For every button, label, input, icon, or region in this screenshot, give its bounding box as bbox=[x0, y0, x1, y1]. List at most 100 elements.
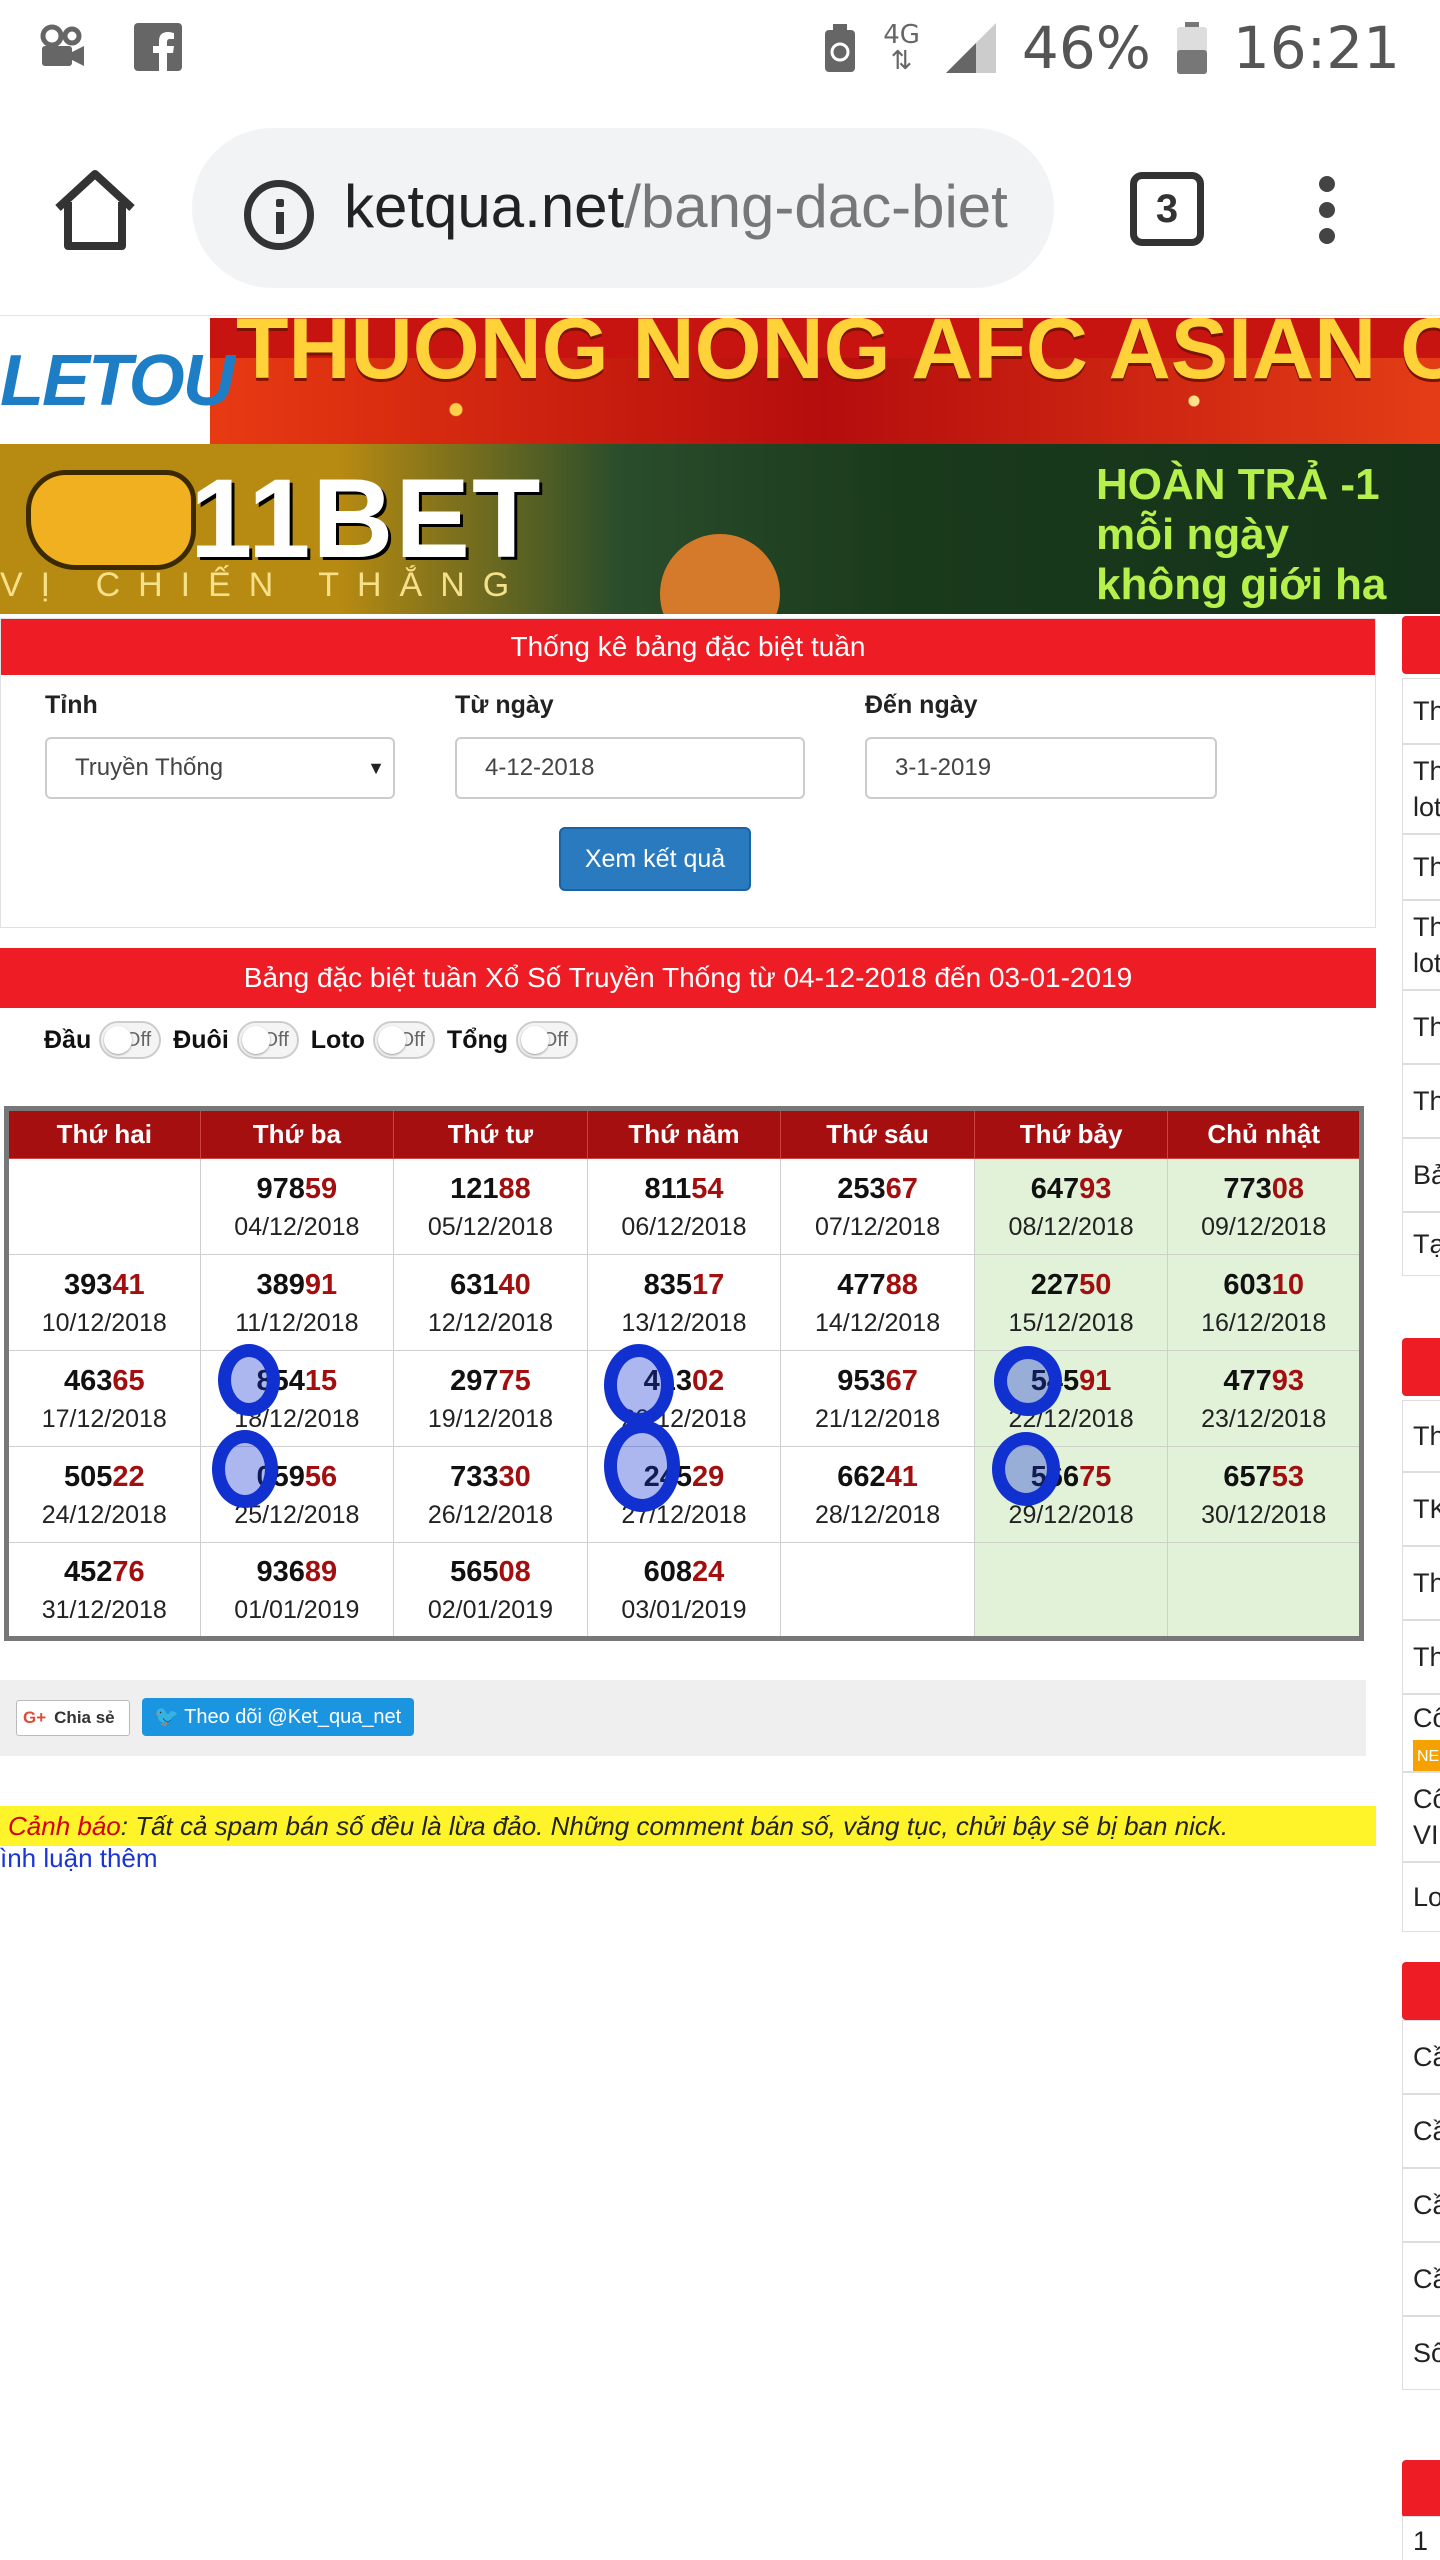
annotation-mark bbox=[604, 1420, 680, 1512]
sidebar-item[interactable]: TK bbox=[1402, 1472, 1440, 1546]
home-icon[interactable] bbox=[52, 166, 138, 252]
draw-date: 01/01/2019 bbox=[234, 1595, 360, 1624]
draw-date: 08/12/2018 bbox=[1008, 1212, 1134, 1241]
column-header: Thứ hai bbox=[6, 1108, 201, 1159]
special-prize-number: 22750 bbox=[1030, 1268, 1112, 1301]
from-date-input[interactable]: 4-12-2018 bbox=[455, 737, 805, 799]
google-plus-share-button[interactable]: G+ Chia sẻ bbox=[16, 1700, 130, 1736]
sidebar-item[interactable]: Cầ bbox=[1402, 2020, 1440, 2094]
sidebar-section-header bbox=[1402, 2460, 1440, 2518]
ad-banner-letou[interactable]: LETOU THUONG NONG AFC ASIAN CU bbox=[0, 318, 1440, 444]
sidebar-item[interactable]: Th bbox=[1402, 1546, 1440, 1620]
annotation-mark bbox=[218, 1344, 280, 1416]
twitter-follow-button[interactable]: 🐦 Theo dõi @Ket_qua_net bbox=[142, 1698, 414, 1736]
results-table: Thứ hai Thứ ba Thứ tư Thứ năm Thứ sáu Th… bbox=[4, 1106, 1364, 1641]
draw-date: 29/12/2018 bbox=[1008, 1500, 1134, 1529]
result-cell: 38991 11/12/2018 bbox=[199, 1254, 395, 1351]
camera-notification-icon bbox=[40, 24, 84, 66]
special-prize-number: 60824 bbox=[643, 1555, 725, 1588]
spam-warning: Cảnh báo: Tất cả spam bán số đều là lừa … bbox=[0, 1806, 1376, 1846]
address-bar[interactable]: ketqua.net/bang-dac-biet bbox=[192, 128, 1054, 288]
sidebar-item[interactable]: CôNE bbox=[1402, 1694, 1440, 1772]
display-toggles: Đầu Off Đuôi Off Loto Off Tổng Off bbox=[44, 1018, 582, 1062]
to-date-input[interactable]: 3-1-2019 bbox=[865, 737, 1217, 799]
browser-toolbar: ketqua.net/bang-dac-biet 3 bbox=[0, 102, 1440, 316]
table-row: 46365 17/12/2018 85415 18/12/2018 29775 19/12… bbox=[6, 1350, 1362, 1447]
draw-date: 11/12/2018 bbox=[235, 1308, 359, 1337]
annotation-mark bbox=[994, 1346, 1062, 1416]
result-cell bbox=[6, 1158, 201, 1255]
sidebar-item[interactable]: Cầ bbox=[1402, 2168, 1440, 2242]
draw-date: 31/12/2018 bbox=[41, 1595, 167, 1624]
sidebar-item[interactable]: 1 bbox=[1402, 2516, 1440, 2560]
column-header: Thứ ba bbox=[199, 1108, 395, 1159]
special-prize-number: 77308 bbox=[1223, 1172, 1305, 1205]
special-prize-number: 65753 bbox=[1223, 1460, 1305, 1493]
toggle-label-tong: Tổng bbox=[446, 1025, 509, 1054]
sidebar-item[interactable]: Th lot bbox=[1402, 744, 1440, 834]
result-cell: 93689 01/01/2019 bbox=[199, 1542, 395, 1639]
draw-date: 05/12/2018 bbox=[427, 1212, 553, 1241]
toggle-label-dau: Đầu bbox=[44, 1025, 92, 1054]
sidebar-item[interactable]: Th bbox=[1402, 1620, 1440, 1694]
result-cell: 45276 31/12/2018 bbox=[6, 1542, 201, 1639]
toggle-dau[interactable]: Off bbox=[99, 1021, 162, 1059]
special-prize-number: 47793 bbox=[1223, 1364, 1305, 1397]
sidebar-item[interactable]: Th lot bbox=[1402, 900, 1440, 990]
tab-switcher-button[interactable]: 3 bbox=[1130, 172, 1204, 246]
result-cell bbox=[1167, 1542, 1362, 1639]
signal-icon bbox=[945, 23, 996, 73]
draw-date: 14/12/2018 bbox=[814, 1308, 941, 1337]
sidebar-item[interactable]: Th bbox=[1402, 1064, 1440, 1138]
sidebar-item[interactable]: Th bbox=[1402, 1400, 1440, 1472]
draw-date: 27/12/2018 bbox=[621, 1500, 747, 1529]
draw-date: 09/12/2018 bbox=[1201, 1212, 1327, 1241]
clock: 16:21 bbox=[1232, 14, 1400, 82]
sidebar-item[interactable]: Th bbox=[1402, 678, 1440, 744]
sidebar-item[interactable]: Tạ bbox=[1402, 1212, 1440, 1276]
result-cell: 39341 10/12/2018 bbox=[6, 1254, 201, 1351]
special-prize-number: 25367 bbox=[837, 1172, 918, 1205]
special-prize-number: 93689 bbox=[256, 1555, 338, 1588]
sidebar-item[interactable]: Bả bbox=[1402, 1138, 1440, 1212]
toggle-tong[interactable]: Off bbox=[516, 1021, 579, 1059]
result-cell: 47788 14/12/2018 bbox=[780, 1254, 975, 1351]
special-prize-number: 95367 bbox=[837, 1364, 918, 1397]
battery-saver-icon bbox=[825, 24, 856, 72]
facebook-notification-icon bbox=[134, 23, 182, 71]
annotation-mark bbox=[604, 1344, 674, 1426]
draw-date: 28/12/2018 bbox=[814, 1500, 941, 1529]
special-prize-number: 66241 bbox=[837, 1460, 918, 1493]
sidebar-item[interactable]: Th bbox=[1402, 834, 1440, 900]
info-icon[interactable] bbox=[244, 180, 314, 250]
sidebar-item[interactable]: Cô VI bbox=[1402, 1772, 1440, 1862]
more-comments-link[interactable]: ình luận thêm bbox=[0, 1843, 158, 1874]
results-title: Bảng đặc biệt tuần Xổ Số Truyền Thống từ… bbox=[0, 948, 1376, 1008]
result-cell: 77308 09/12/2018 bbox=[1167, 1158, 1362, 1255]
sidebar-item[interactable]: Cầ bbox=[1402, 2242, 1440, 2316]
toggle-duoi[interactable]: Off bbox=[236, 1021, 299, 1059]
view-results-button[interactable]: Xem kết quả bbox=[559, 827, 751, 891]
result-cell: 22750 15/12/2018 bbox=[973, 1254, 1169, 1351]
sidebar-item[interactable]: Sô bbox=[1402, 2316, 1440, 2390]
result-cell: 73330 26/12/2018 bbox=[393, 1446, 588, 1543]
sidebar-item[interactable]: Cầ bbox=[1402, 2094, 1440, 2168]
sidebar-item[interactable]: Lo bbox=[1402, 1862, 1440, 1932]
result-cell: 63140 12/12/2018 bbox=[393, 1254, 588, 1351]
new-badge: NE bbox=[1413, 1740, 1440, 1771]
draw-date: 19/12/2018 bbox=[427, 1404, 553, 1433]
result-cell: 95367 21/12/2018 bbox=[780, 1350, 975, 1447]
province-select[interactable]: Truyền Thống ▼ bbox=[45, 737, 395, 799]
toggle-loto[interactable]: Off bbox=[372, 1021, 435, 1059]
to-date-label: Đến ngày bbox=[865, 691, 978, 719]
special-prize-number: 39341 bbox=[63, 1268, 145, 1301]
column-header: Thứ tư bbox=[393, 1108, 588, 1159]
draw-date: 16/12/2018 bbox=[1201, 1308, 1327, 1337]
more-menu-icon[interactable] bbox=[1312, 176, 1342, 248]
sidebar-item[interactable]: Th bbox=[1402, 990, 1440, 1064]
toggle-label-duoi: Đuôi bbox=[173, 1025, 229, 1054]
url-text[interactable]: ketqua.net/bang-dac-biet bbox=[344, 172, 1008, 241]
result-cell: 60824 03/01/2019 bbox=[586, 1542, 782, 1639]
letou-headline: THUONG NONG AFC ASIAN CU bbox=[236, 318, 1440, 397]
ad-banner-11bet[interactable]: 11BET VỊ CHIẾN THẮNG HOÀN TRẢ -1 mỗi ngà… bbox=[0, 444, 1440, 614]
